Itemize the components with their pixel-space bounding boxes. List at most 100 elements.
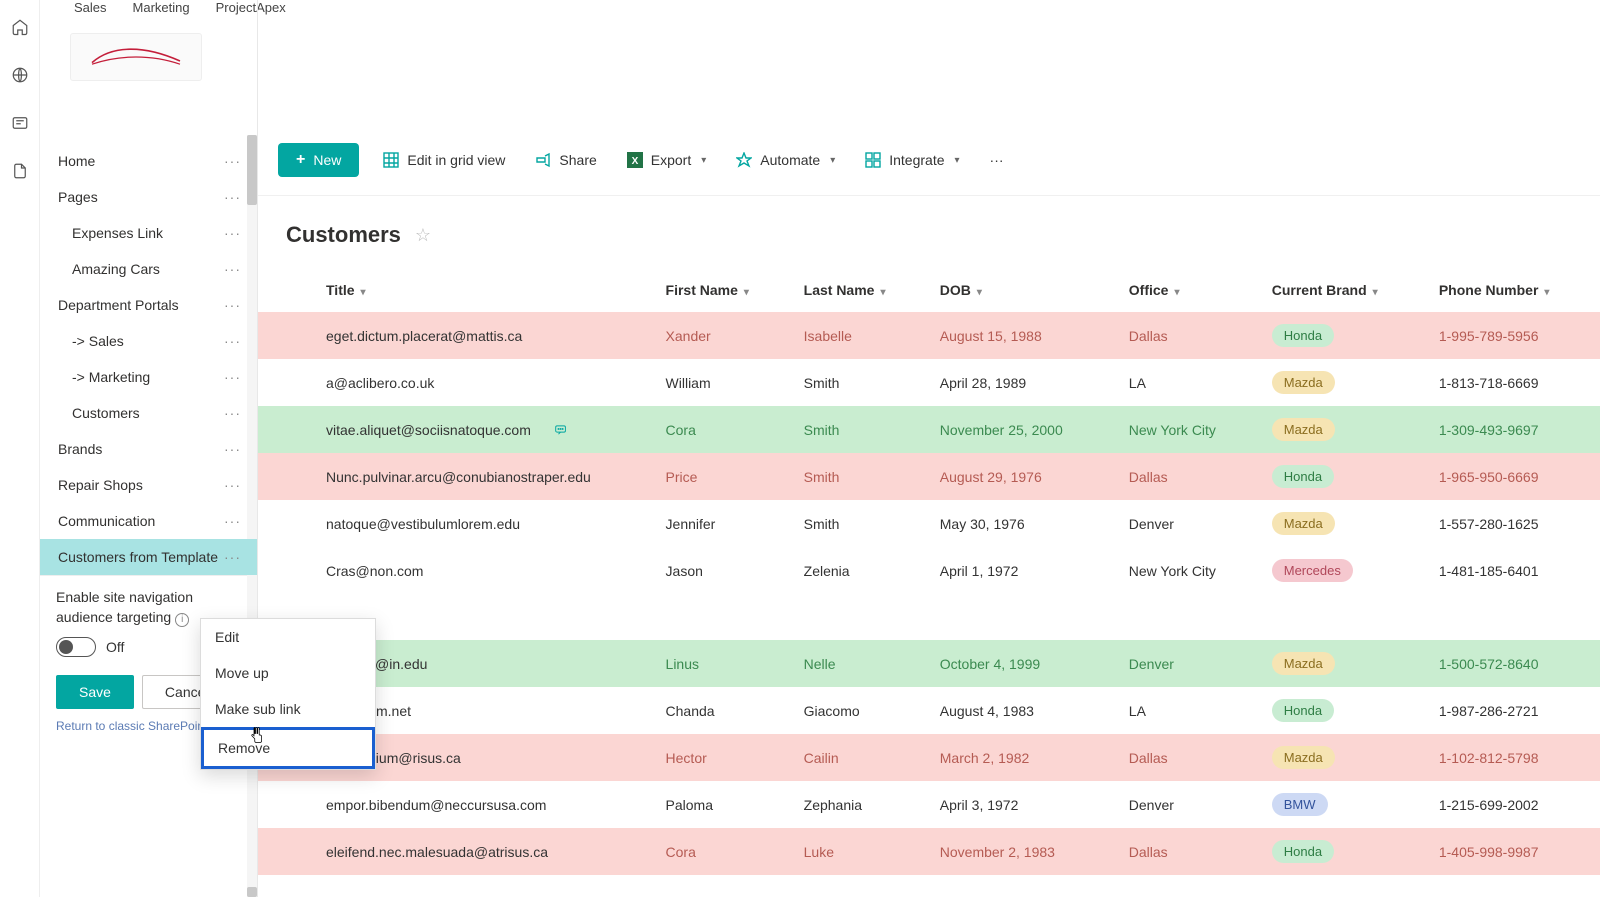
nav-label: Expenses Link	[72, 225, 163, 241]
nav-marketing[interactable]: -> Marketing ···	[40, 359, 257, 395]
left-icon-rail	[0, 0, 40, 897]
table-row[interactable]: .elit.pretium@risus.caHectorCailinMarch …	[258, 734, 1600, 781]
table-row[interactable]: natoque@vestibulumlorem.eduJenniferSmith…	[258, 500, 1600, 547]
more-icon[interactable]: ···	[220, 189, 245, 205]
cell-office: New York City	[1117, 547, 1260, 594]
more-icon[interactable]: ···	[220, 297, 245, 313]
col-dob[interactable]: DOB▾	[928, 268, 1117, 312]
col-first-name[interactable]: First Name▾	[654, 268, 792, 312]
cell-dob: April 28, 1989	[928, 359, 1117, 406]
grid-icon	[383, 152, 399, 168]
news-icon[interactable]	[11, 114, 29, 132]
nav-sales[interactable]: -> Sales···	[40, 323, 257, 359]
ctx-move-up[interactable]: Move up	[201, 655, 375, 691]
nav-customers-from-template[interactable]: Customers from Template···	[40, 539, 257, 575]
cell-title[interactable]: a@aclibero.co.uk	[314, 359, 654, 406]
ctx-make-sub-link[interactable]: Make sub link	[201, 691, 375, 727]
col-title[interactable]: Title▾	[314, 268, 654, 312]
cell-office: Denver	[1117, 640, 1260, 687]
file-icon[interactable]	[11, 162, 29, 180]
more-actions-button[interactable]: ···	[984, 148, 1010, 172]
more-icon[interactable]: ···	[220, 225, 245, 241]
cell-first-name: Jason	[654, 547, 792, 594]
audience-targeting-toggle[interactable]	[56, 637, 96, 657]
nav-communication[interactable]: Communication ···	[40, 503, 257, 539]
cell-title[interactable]: eleifend.nec.malesuada@atrisus.ca	[314, 828, 654, 875]
cell-title[interactable]: Nunc.pulvinar.arcu@conubianostraper.edu	[314, 453, 654, 500]
table-row[interactable]: a@aclibero.co.ukWilliamSmithApril 28, 19…	[258, 359, 1600, 406]
nav-repair-shops[interactable]: Repair Shops···	[40, 467, 257, 503]
more-icon[interactable]: ···	[220, 333, 245, 349]
col-last-name[interactable]: Last Name▾	[792, 268, 928, 312]
table-row[interactable]: empor.bibendum@neccursusa.comPalomaZepha…	[258, 781, 1600, 828]
comment-icon[interactable]	[555, 422, 566, 438]
integrate-button[interactable]: Integrate▾	[859, 148, 965, 172]
share-icon	[535, 152, 551, 168]
cell-first-name: Linus	[654, 640, 792, 687]
more-icon[interactable]: ···	[220, 261, 245, 277]
share-button[interactable]: Share	[529, 148, 602, 172]
chevron-down-icon: ▾	[1544, 287, 1549, 298]
table-row[interactable]: eget.dictum.placerat@mattis.caXanderIsab…	[258, 312, 1600, 359]
pointer-cursor-icon	[248, 726, 266, 744]
table-row[interactable]: vitae.aliquet@sociisnatoque.comCoraSmith…	[258, 406, 1600, 453]
save-button[interactable]: Save	[56, 675, 134, 709]
new-button[interactable]: +New	[278, 143, 359, 177]
cell-dob: May 30, 1976	[928, 500, 1117, 547]
cell-dob: August 4, 1983	[928, 687, 1117, 734]
table-row[interactable]: m@Etiam.netChandaGiacomoAugust 4, 1983LA…	[258, 687, 1600, 734]
edit-in-grid-button[interactable]: Edit in grid view	[377, 148, 511, 172]
top-tabs: Sales Marketing ProjectApex	[40, 0, 1600, 15]
cell-title[interactable]: Cras@non.com	[314, 547, 654, 594]
automate-button[interactable]: Automate▾	[730, 148, 841, 172]
more-icon[interactable]: ···	[220, 369, 245, 385]
cell-title[interactable]: eget.dictum.placerat@mattis.ca	[314, 312, 654, 359]
more-icon[interactable]: ···	[220, 153, 245, 169]
ctx-edit[interactable]: Edit	[201, 619, 375, 655]
cell-dob: April 1, 1972	[928, 547, 1117, 594]
top-header: Sales Marketing ProjectApex	[40, 0, 1600, 100]
ctx-remove[interactable]: Remove	[201, 727, 375, 769]
cell-title[interactable]: natoque@vestibulumlorem.edu	[314, 500, 654, 547]
home-icon[interactable]	[11, 18, 29, 36]
more-icon[interactable]: ···	[220, 441, 245, 457]
cell-title[interactable]: empor.bibendum@neccursusa.com	[314, 781, 654, 828]
nav-customers[interactable]: Customers···	[40, 395, 257, 431]
more-icon: ···	[990, 152, 1004, 168]
more-icon[interactable]: ···	[220, 513, 245, 529]
table-row[interactable]: Cras@non.comJasonZeleniaApril 1, 1972New…	[258, 547, 1600, 594]
nav-brands[interactable]: Brands···	[40, 431, 257, 467]
export-button[interactable]: X Export▾	[621, 148, 713, 172]
cell-last-name: Smith	[792, 406, 928, 453]
more-icon[interactable]: ···	[220, 477, 245, 493]
cell-phone: 1-500-572-8640	[1427, 640, 1600, 687]
nav-context-menu: Edit Move up Make sub link Remove	[200, 618, 376, 770]
cell-phone: 1-965-950-6669	[1427, 453, 1600, 500]
cell-phone: 1-813-718-6669	[1427, 359, 1600, 406]
nav-amazing-cars[interactable]: Amazing Cars···	[40, 251, 257, 287]
cell-brand: Honda	[1260, 828, 1427, 875]
col-office[interactable]: Office▾	[1117, 268, 1260, 312]
chevron-down-icon: ▾	[830, 155, 835, 166]
more-icon[interactable]: ···	[220, 549, 245, 565]
nav-expenses-link[interactable]: Expenses Link ···	[40, 215, 257, 251]
nav-home[interactable]: Home···	[40, 143, 257, 179]
table-row[interactable]: Nunc.pulvinar.arcu@conubianostraper.eduP…	[258, 453, 1600, 500]
nav-label: Communication	[58, 513, 155, 529]
col-phone-number[interactable]: Phone Number▾	[1427, 268, 1600, 312]
nav-label: -> Marketing	[72, 369, 150, 385]
table-row[interactable]: eleifend.nec.malesuada@atrisus.caCoraLuk…	[258, 828, 1600, 875]
cell-brand: Mazda	[1260, 359, 1427, 406]
col-current-brand[interactable]: Current Brand▾	[1260, 268, 1427, 312]
info-icon[interactable]: i	[175, 613, 189, 627]
automate-icon	[736, 152, 752, 168]
table-row[interactable]	[258, 594, 1600, 640]
favorite-star-icon[interactable]: ☆	[415, 225, 431, 246]
list-title: Customers	[286, 222, 401, 248]
cell-title[interactable]: vitae.aliquet@sociisnatoque.com	[314, 406, 654, 453]
table-row[interactable]: egestas@in.eduLinusNelleOctober 4, 1999D…	[258, 640, 1600, 687]
nav-pages[interactable]: Pages···	[40, 179, 257, 215]
globe-icon[interactable]	[11, 66, 29, 84]
nav-department-portals[interactable]: Department Portals···	[40, 287, 257, 323]
more-icon[interactable]: ···	[220, 405, 245, 421]
